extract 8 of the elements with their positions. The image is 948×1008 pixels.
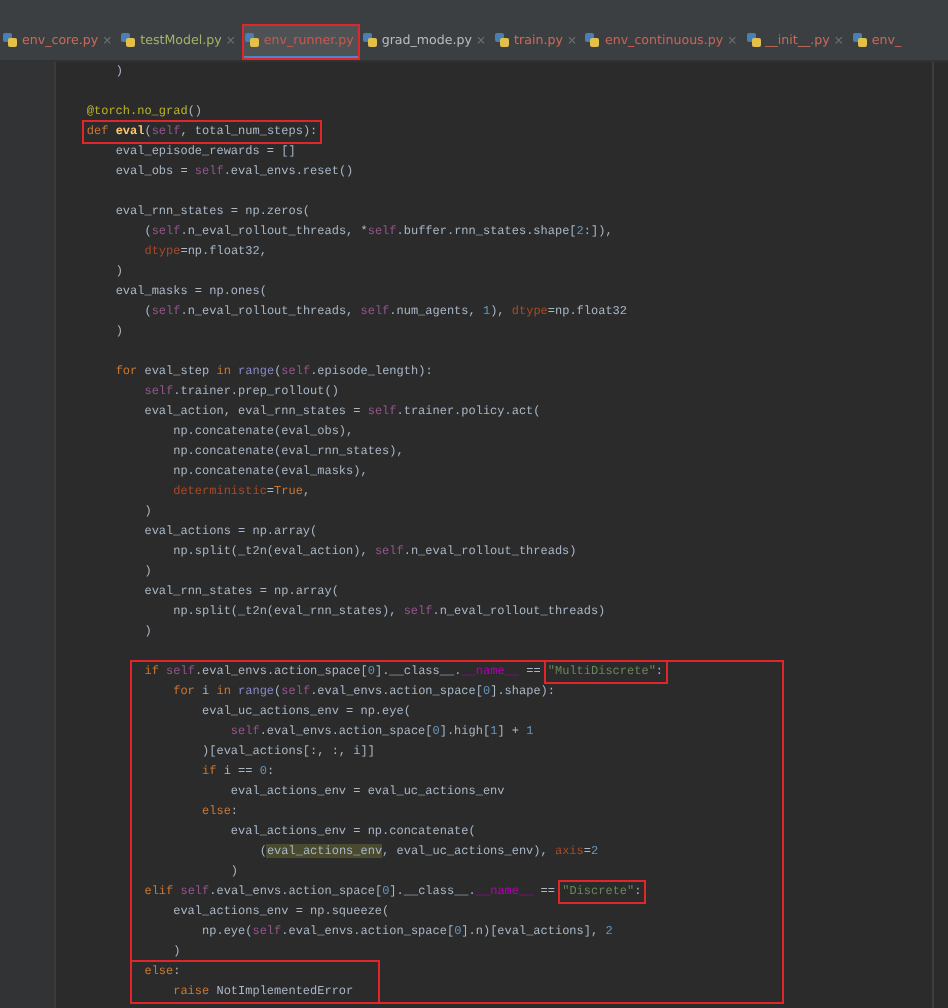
python-file-icon bbox=[584, 32, 601, 48]
python-file-icon bbox=[243, 32, 260, 48]
python-file-icon bbox=[120, 32, 137, 48]
python-file-icon bbox=[361, 32, 378, 48]
python-file-icon bbox=[2, 32, 18, 48]
python-file-icon bbox=[851, 32, 868, 48]
python-file-icon bbox=[745, 32, 762, 48]
python-file-icon bbox=[494, 32, 511, 48]
